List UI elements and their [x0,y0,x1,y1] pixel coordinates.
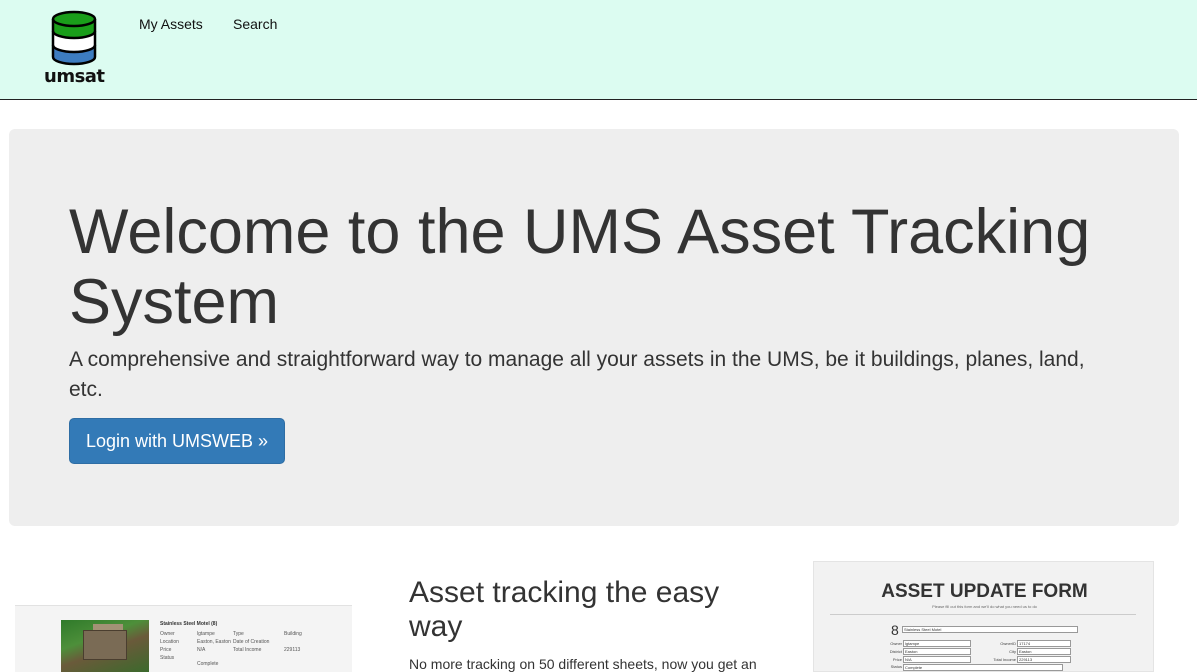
form-field: 229113 [1017,656,1071,663]
preview-value: Easton, Easton [197,639,231,645]
form-field: 17174 [1017,640,1071,647]
asset-update-form-preview-image: ASSET UPDATE FORM Please fill out this f… [813,561,1154,672]
nav-search[interactable]: Search [233,16,277,32]
form-label: Total Income [993,657,1016,662]
navbar: umsat My Assets Search [0,0,1197,100]
hero-lead: A comprehensive and straightforward way … [69,348,1085,401]
form-field: Easton [1017,648,1071,655]
preview-label: Date of Creation [233,639,270,645]
feature-text: No more tracking on 50 different sheets,… [409,656,757,672]
preview-label: Status [160,655,175,661]
form-label: District [889,649,902,654]
preview-title: Stainless Steel Motel (8) [160,621,218,627]
preview-label: Location [160,639,179,645]
form-title: ASSET UPDATE FORM [881,581,1088,602]
form-field: lgtampe [903,640,971,647]
feature-heading: Asset tracking the easy way [409,576,720,643]
form-field: Complete [903,664,1063,671]
login-button[interactable]: Login with UMSWEB » [69,418,285,464]
form-field: N/A [903,656,971,663]
umsat-logo[interactable]: umsat [44,10,105,88]
preview-label: Price [160,647,172,653]
nav-my-assets[interactable]: My Assets [139,16,203,32]
form-label: Status [890,664,902,669]
hero-title: Welcome to the UMS Asset Tracking System [69,197,1091,337]
form-name-field: Stainless Steel Motel [902,626,1078,633]
database-icon [51,10,97,66]
preview-value: lgtampe [197,631,215,637]
preview-label: Type [233,631,244,637]
form-label: City [1009,649,1016,654]
preview-label: Owner [160,631,175,637]
logo-text: umsat [44,66,105,87]
preview-value: 229113 [284,647,301,653]
form-label: OwnerID [1000,641,1016,646]
form-label: Price [892,657,902,662]
asset-detail-preview-image: Stainless Steel Motel (8) Owner lgtampe … [15,605,352,672]
form-asset-number: 8 [891,622,899,638]
form-field: Easton [903,648,971,655]
form-label: Owner [890,641,902,646]
building-photo [61,620,149,672]
hero-jumbotron: Welcome to the UMS Asset Tracking System… [9,129,1179,526]
preview-value: Building [284,631,302,637]
preview-value: Complete [197,661,219,667]
form-subtitle: Please fill out this form and we'll do w… [932,604,1037,609]
divider [830,614,1136,615]
preview-value: N/A [197,647,206,653]
preview-label: Total Income [233,647,262,653]
